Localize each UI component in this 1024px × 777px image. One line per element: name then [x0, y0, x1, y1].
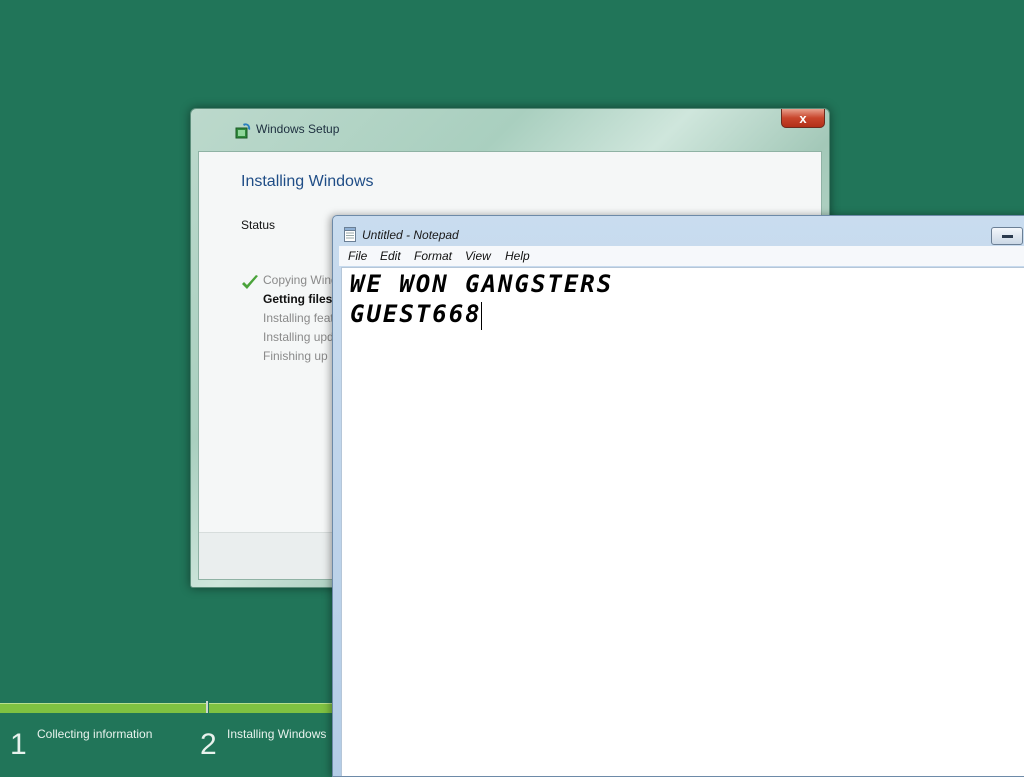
minimize-icon: [1001, 234, 1013, 238]
notepad-title: Untitled - Notepad: [362, 228, 459, 242]
close-icon: x: [799, 110, 807, 126]
menu-edit[interactable]: Edit: [380, 249, 401, 263]
menu-help[interactable]: Help: [505, 249, 530, 263]
page-title: Installing Windows: [241, 173, 374, 190]
notepad-window: Untitled - Notepad File Edit Format View…: [332, 215, 1024, 777]
setup-window-title: Windows Setup: [256, 122, 340, 136]
text-editor-area[interactable]: WE WON GANGSTERS GUEST668: [341, 267, 1024, 776]
text-line: WE WON GANGSTERS: [350, 270, 614, 298]
menu-format[interactable]: Format: [414, 249, 452, 263]
windows-setup-icon: [235, 123, 251, 139]
stage-label: Installing Windows: [227, 727, 327, 741]
minimize-button[interactable]: [991, 227, 1023, 245]
status-label: Status: [241, 218, 276, 232]
setup-titlebar[interactable]: Windows Setup x: [191, 109, 829, 151]
menu-view[interactable]: View: [465, 249, 491, 263]
checkmark-icon: [242, 275, 258, 289]
step-label: Finishing up: [263, 349, 328, 363]
progress-segment-1: [0, 703, 206, 713]
text-line: GUEST668: [350, 300, 482, 328]
stage-label: Collecting information: [37, 727, 153, 741]
text-caret: [481, 302, 482, 330]
stage-number: 1: [10, 728, 27, 761]
menu-bar: File Edit Format View Help: [339, 246, 1024, 266]
notepad-icon: [344, 227, 356, 242]
progress-segment-2: [209, 703, 339, 713]
stage-number: 2: [200, 728, 217, 761]
close-button[interactable]: x: [781, 109, 825, 128]
menu-file[interactable]: File: [348, 249, 367, 263]
progress-divider: [206, 701, 208, 713]
